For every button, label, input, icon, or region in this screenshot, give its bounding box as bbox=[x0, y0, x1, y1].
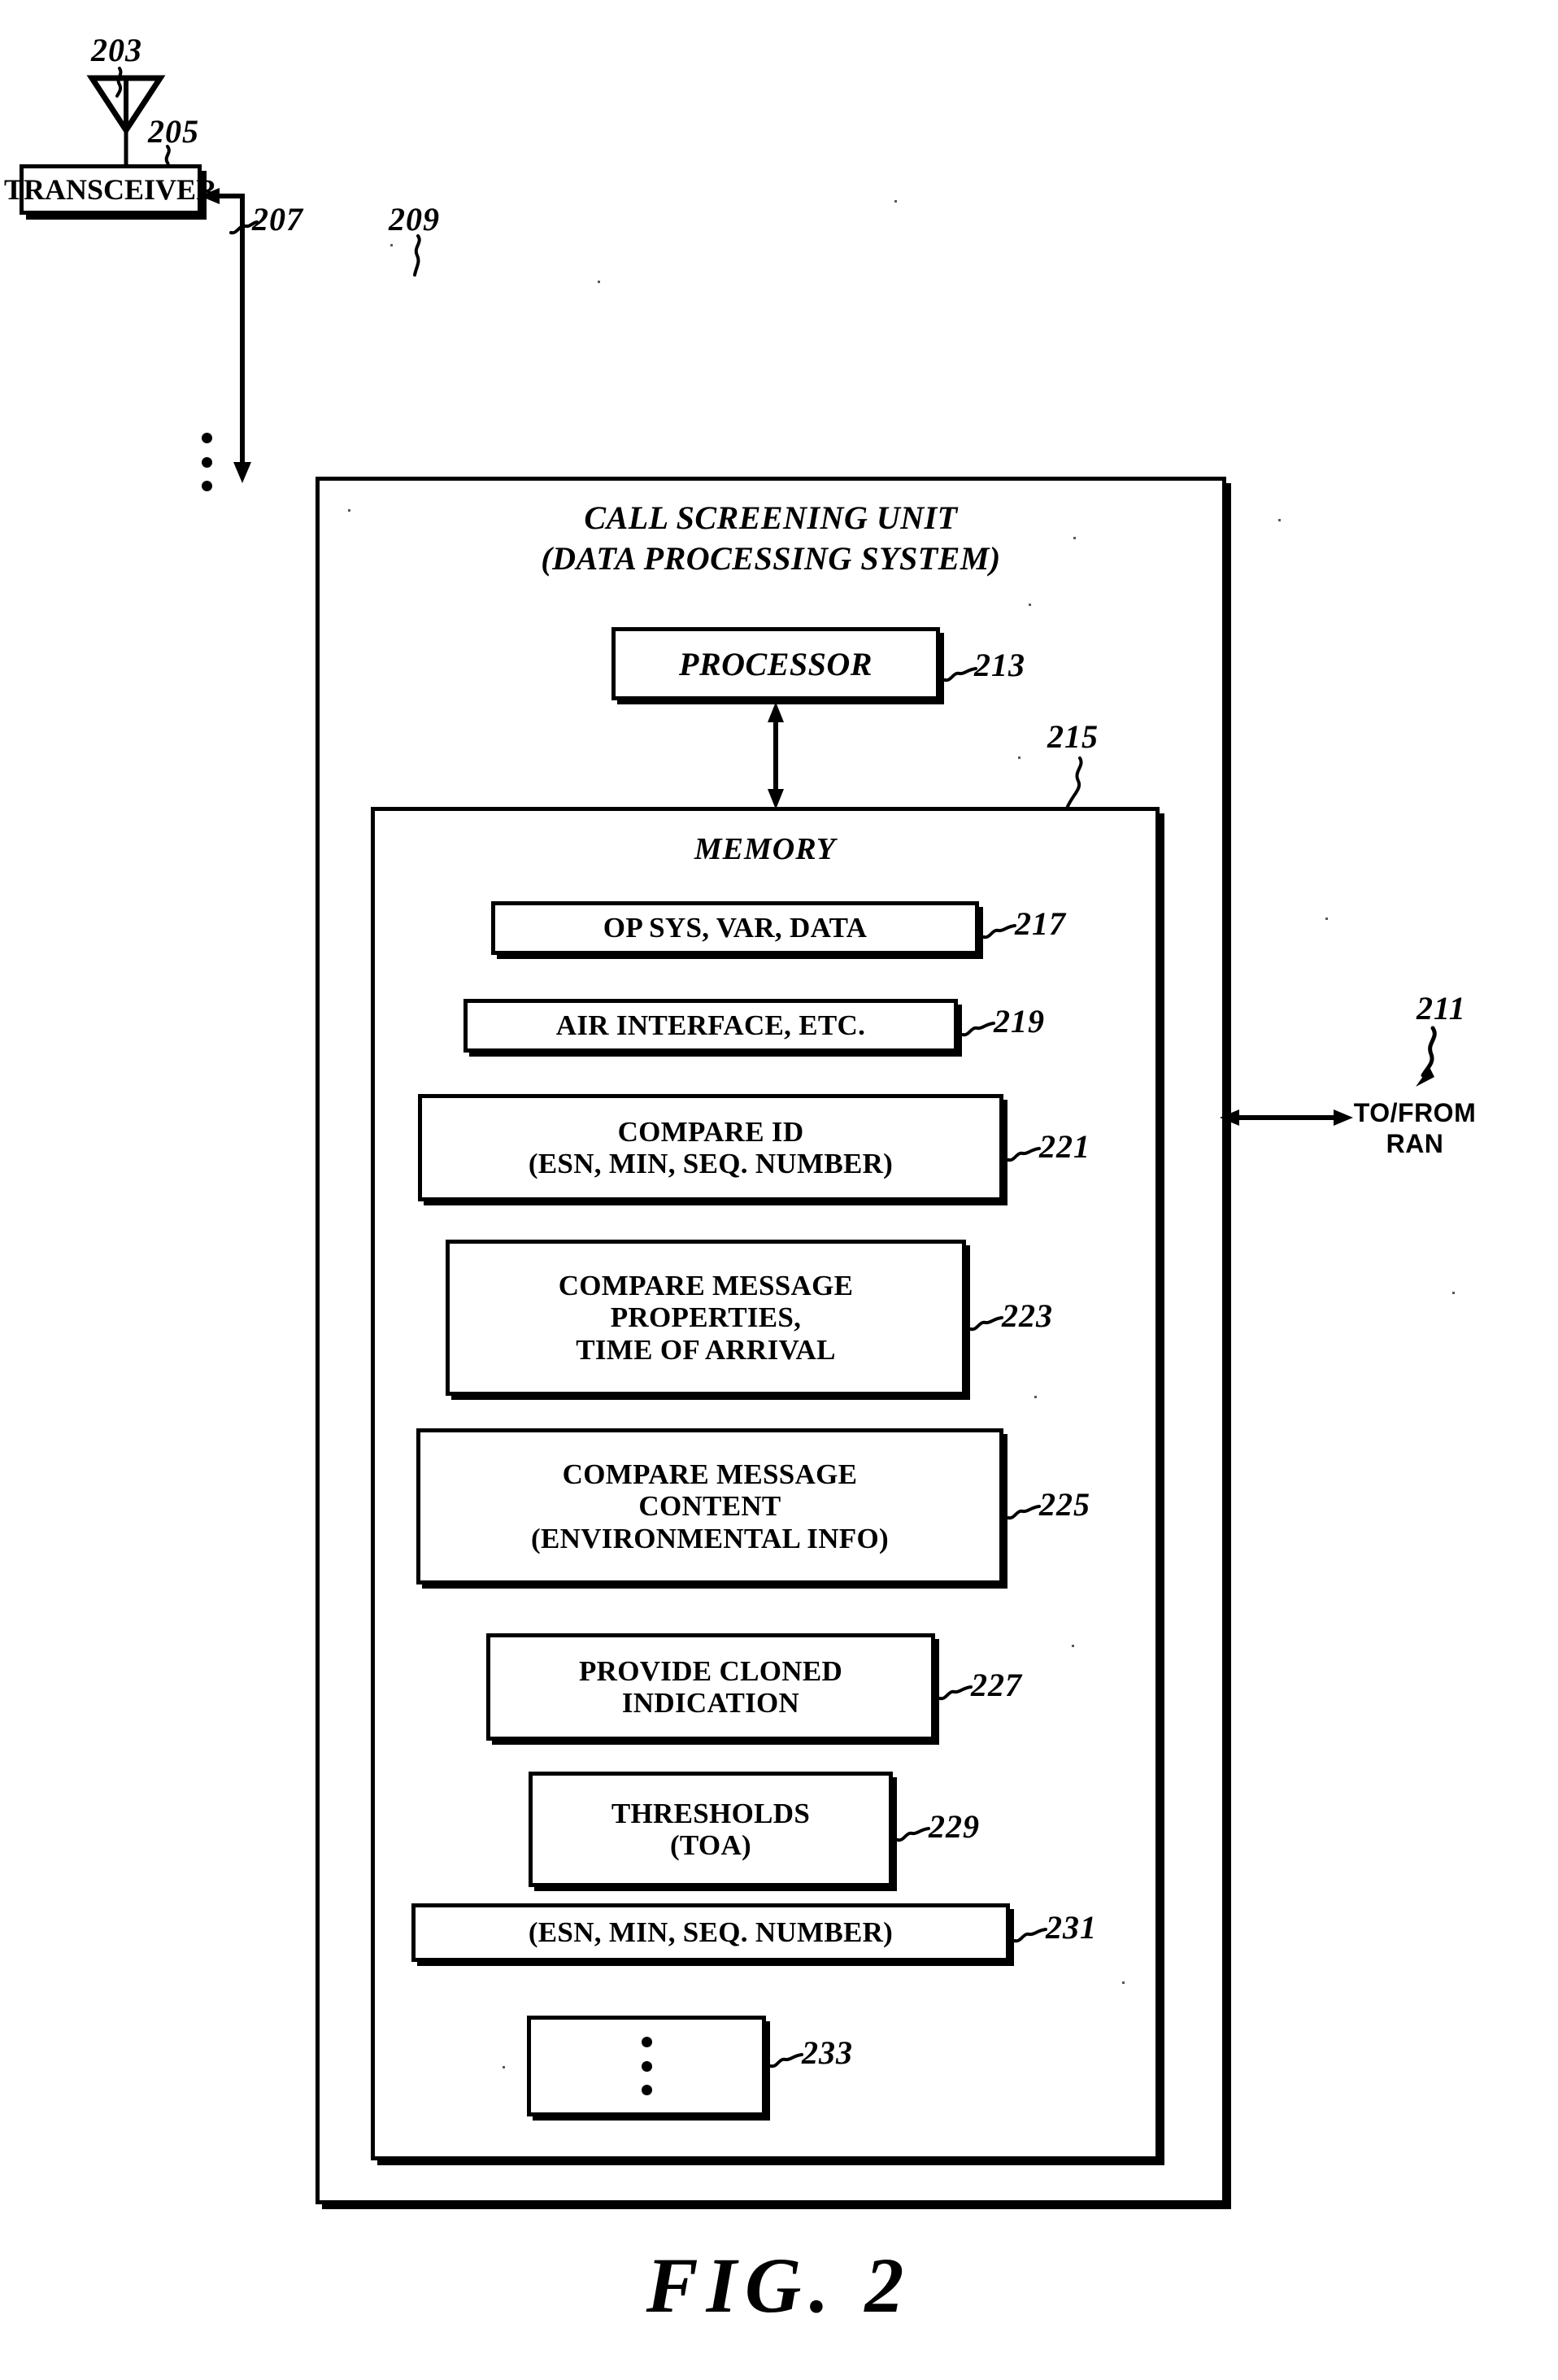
scan-speck bbox=[598, 281, 600, 283]
memory-block-label: COMPARE ID (ESN, MIN, SEQ. NUMBER) bbox=[528, 1115, 894, 1179]
unit-title: CALL SCREENING UNIT (DATA PROCESSING SYS… bbox=[541, 499, 1001, 577]
scan-speck bbox=[1072, 1645, 1074, 1647]
memory-block-label: COMPARE MESSAGE PROPERTIES, TIME OF ARRI… bbox=[558, 1270, 854, 1366]
ref-233: 233 bbox=[802, 2034, 853, 2071]
memory-block-233 bbox=[527, 2016, 766, 2116]
ref-231: 231 bbox=[1046, 1909, 1097, 1946]
transceiver-label: TRANSCEIVER bbox=[3, 172, 218, 206]
memory-block-233-ellipsis bbox=[641, 2037, 652, 2095]
ref-203: 203 bbox=[91, 32, 142, 68]
memory-block-label: COMPARE MESSAGE CONTENT (ENVIRONMENTAL I… bbox=[531, 1458, 889, 1554]
ref-215: 215 bbox=[1047, 718, 1099, 755]
scan-speck bbox=[390, 244, 393, 246]
scan-speck bbox=[894, 200, 897, 203]
leader-207 bbox=[229, 220, 259, 235]
ref-209: 209 bbox=[389, 201, 440, 238]
ref-229: 229 bbox=[929, 1808, 980, 1845]
scan-speck bbox=[1325, 918, 1328, 920]
processor-label: PROCESSOR bbox=[679, 645, 873, 682]
patent-figure-page: 203 205 TRANSCEIVER 207 209 CALL SCREENI… bbox=[0, 0, 1558, 2380]
transceiver-box: TRANSCEIVER bbox=[4, 164, 217, 215]
processor-memory-bus-arrow bbox=[768, 702, 784, 809]
memory-block-219: AIR INTERFACE, ETC. bbox=[463, 999, 958, 1053]
scan-speck bbox=[1029, 604, 1031, 606]
memory-block-label: AIR INTERFACE, ETC. bbox=[555, 1009, 866, 1042]
scan-speck bbox=[503, 2066, 505, 2068]
memory-block-label: PROVIDE CLONED INDICATION bbox=[578, 1654, 843, 1719]
memory-block-227: PROVIDE CLONED INDICATION bbox=[486, 1633, 935, 1741]
ref-211: 211 bbox=[1417, 990, 1466, 1027]
leader-215 bbox=[1065, 756, 1083, 810]
memory-block-229: THRESHOLDS (TOA) bbox=[529, 1772, 893, 1887]
memory-block-231: (ESN, MIN, SEQ. NUMBER) bbox=[411, 1903, 1010, 1962]
memory-block-label: OP SYS, VAR, DATA bbox=[603, 912, 868, 944]
scan-speck bbox=[1122, 1981, 1125, 1984]
scan-speck bbox=[1018, 756, 1021, 759]
memory-block-label: (ESN, MIN, SEQ. NUMBER) bbox=[528, 1916, 894, 1949]
scan-speck bbox=[1073, 537, 1076, 539]
ref-225: 225 bbox=[1039, 1486, 1090, 1523]
ref-221: 221 bbox=[1039, 1128, 1090, 1165]
memory-block-221: COMPARE ID (ESN, MIN, SEQ. NUMBER) bbox=[418, 1094, 1003, 1201]
memory-block-223: COMPARE MESSAGE PROPERTIES, TIME OF ARRI… bbox=[446, 1240, 966, 1396]
figure-caption: FIG. 2 bbox=[646, 2242, 912, 2329]
scan-speck bbox=[1278, 519, 1281, 521]
memory-block-217: OP SYS, VAR, DATA bbox=[491, 901, 979, 955]
ref-217: 217 bbox=[1015, 905, 1066, 942]
to-from-ran-label: TO/FROM RAN bbox=[1353, 1098, 1477, 1158]
leader-211 bbox=[1416, 1026, 1437, 1087]
ref-223: 223 bbox=[1002, 1297, 1053, 1334]
ref-227: 227 bbox=[971, 1667, 1022, 1703]
leader-209 bbox=[413, 234, 421, 277]
memory-block-225: COMPARE MESSAGE CONTENT (ENVIRONMENTAL I… bbox=[416, 1428, 1003, 1584]
scan-speck bbox=[1452, 1292, 1455, 1294]
scan-speck bbox=[1034, 1396, 1037, 1398]
processor-box: PROCESSOR bbox=[611, 627, 940, 700]
ref-213: 213 bbox=[974, 647, 1025, 683]
ref-205: 205 bbox=[148, 113, 199, 150]
ref-219: 219 bbox=[994, 1003, 1045, 1040]
memory-label: MEMORY bbox=[694, 832, 837, 866]
memory-block-label: THRESHOLDS (TOA) bbox=[611, 1797, 811, 1861]
scan-speck bbox=[348, 509, 350, 512]
